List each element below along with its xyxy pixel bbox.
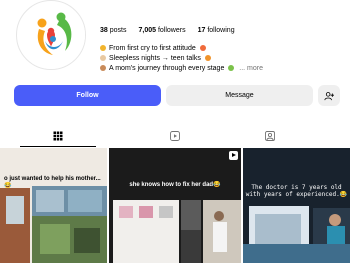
following-count: 17 xyxy=(197,27,206,34)
reels-icon xyxy=(170,131,180,141)
family-logo-icon xyxy=(18,2,85,69)
add-person-icon xyxy=(324,91,334,100)
seedling-emoji-icon xyxy=(228,65,235,71)
profile-stats: 38 posts 7,005 followers 17 following xyxy=(100,27,235,34)
reel-badge-icon xyxy=(229,151,238,160)
post-thumbnail xyxy=(0,148,107,263)
tagged-icon xyxy=(265,131,275,141)
posts-grid: o just wanted to help his mother...😂 she… xyxy=(0,148,350,263)
mother-emoji-icon xyxy=(100,65,106,71)
tab-posts[interactable] xyxy=(0,125,116,147)
follow-button[interactable]: Follow xyxy=(14,85,161,106)
post-caption: The doctor is 7 years old with years of … xyxy=(245,184,348,198)
profile-tabs xyxy=(0,125,350,147)
post-caption: o just wanted to help his mother...😂 xyxy=(4,176,101,189)
bio-text: A mom's journey through every stage xyxy=(109,65,225,72)
post-caption: she knows how to fix her dad😂 xyxy=(129,182,221,188)
grid-icon xyxy=(53,131,63,141)
heart-face-emoji-icon xyxy=(204,55,211,61)
bio-line: Sleepless nights → teen talks xyxy=(100,54,340,64)
post-tile[interactable]: she knows how to fix her dad😂 xyxy=(109,148,241,263)
message-button[interactable]: Message xyxy=(166,85,313,106)
avatar[interactable] xyxy=(16,0,86,70)
profile-page: 38 posts 7,005 followers 17 following Fr… xyxy=(0,0,350,263)
following-label: following xyxy=(207,27,235,34)
following-stat[interactable]: 17 following xyxy=(198,27,235,34)
angry-face-emoji-icon xyxy=(199,45,206,51)
bio-line: A mom's journey through every stage ... … xyxy=(100,64,340,74)
sleeping-emoji-icon xyxy=(100,55,106,61)
more-link[interactable]: ... more xyxy=(239,65,263,72)
suggested-users-button[interactable] xyxy=(318,85,340,106)
posts-stat: 38 posts xyxy=(100,27,126,34)
active-tab-indicator xyxy=(20,146,96,147)
posts-label: posts xyxy=(109,27,127,34)
bio-line: From first cry to first attitude xyxy=(100,44,340,54)
profile-bio: From first cry to first attitude Sleeple… xyxy=(100,44,340,74)
bio-text: Sleepless nights → teen talks xyxy=(109,55,201,62)
post-thumbnail xyxy=(243,148,350,263)
bio-text: From first cry to first attitude xyxy=(109,45,196,52)
followers-stat[interactable]: 7,005 followers xyxy=(138,27,185,34)
baby-emoji-icon xyxy=(100,45,106,51)
followers-count: 7,005 xyxy=(138,27,157,34)
post-tile[interactable]: o just wanted to help his mother...😂 xyxy=(0,148,107,263)
followers-label: followers xyxy=(157,27,186,34)
tab-tagged[interactable] xyxy=(212,125,328,147)
posts-count: 38 xyxy=(100,27,108,34)
post-tile[interactable]: The doctor is 7 years old with years of … xyxy=(243,148,350,263)
post-thumbnail xyxy=(109,148,241,263)
